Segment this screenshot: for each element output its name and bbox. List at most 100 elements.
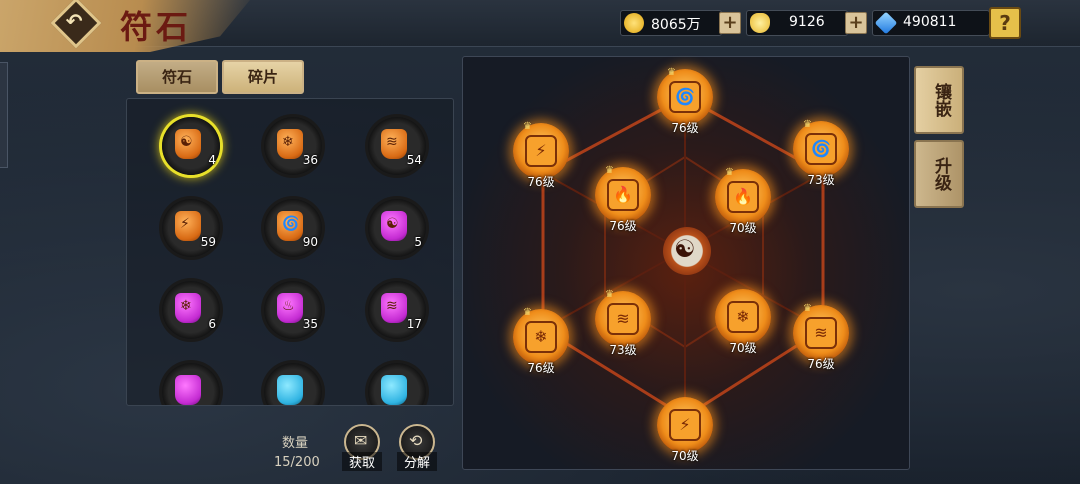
tab-inlay[interactable]: 镶嵌	[914, 66, 964, 134]
scroll-icon: ✉	[354, 431, 368, 450]
rune-glyph-icon: 🔥	[607, 179, 639, 211]
crown-icon: ♛	[523, 307, 532, 318]
fragment-count: 5	[414, 235, 422, 249]
rune-glyph-icon: 🌀	[669, 81, 701, 113]
gold-coin-icon	[624, 13, 644, 33]
back-arrow-icon: ↶	[65, 9, 83, 34]
orange-rune-fragment-icon: ❄	[277, 129, 303, 159]
rune-level: 70级	[729, 221, 757, 235]
help-button[interactable]: ?	[989, 7, 1021, 39]
fragment-slot[interactable]: ≋ 54	[368, 117, 426, 175]
rune-glyph-icon: ⚡	[669, 409, 701, 441]
fragment-slot[interactable]: ⚡ 59	[162, 199, 220, 257]
fragment-slot[interactable]: 🌀 90	[264, 199, 322, 257]
rune-glyph-icon: ❄	[525, 321, 557, 353]
diamond-display: 490811	[872, 10, 990, 36]
gold-value: 8065万	[651, 17, 701, 33]
rune-socket[interactable]: ♛ 🔥 76级	[595, 165, 651, 233]
orange-rune-fragment-icon: ☯	[175, 129, 201, 159]
fragment-count: 4	[208, 153, 216, 167]
fragment-count: 6	[208, 317, 216, 331]
gold-ingot-icon	[750, 13, 770, 33]
rune-socket[interactable]: ♛ ⚡ 76级	[513, 121, 569, 189]
top-bar: ↶ 符石 8065万 + 9126 + 490811 ?	[0, 0, 1080, 52]
orange-rune-fragment-icon: ⚡	[175, 211, 201, 241]
rune-socket[interactable]: ♛ ≋ 73级	[595, 289, 651, 357]
fragment-slot[interactable]	[162, 363, 220, 405]
add-ingot-button[interactable]: +	[845, 12, 867, 34]
tab-runestone[interactable]: 符石	[136, 60, 218, 94]
rune-socket[interactable]: ♛ ≋ 76级	[793, 303, 849, 371]
rune-board: ☯ ♛ 🌀 76级 ♛ ⚡ 76级 ♛ 🌀 73级 ♛ 🔥 76级 ♛ 🔥 70级 ♛ ❄ 76级 ♛ ≋ 73级 ❄ 70…	[462, 56, 910, 470]
crown-icon: ♛	[725, 167, 734, 178]
crown-icon: ♛	[803, 119, 812, 130]
rune-level: 70级	[671, 449, 699, 463]
fragment-count: 17	[406, 317, 422, 331]
fragment-slot[interactable]: ❄ 6	[162, 281, 220, 339]
rune-glyph-icon: ⚡	[525, 135, 557, 167]
acquire-label: 获取	[342, 452, 382, 471]
diamond-value: 490811	[903, 14, 957, 30]
rune-level: 76级	[671, 121, 699, 135]
rune-socket[interactable]: ⚡ 70级	[657, 397, 713, 463]
side-drawer-handle[interactable]	[0, 62, 8, 168]
fragment-slot[interactable]: ♨ 35	[264, 281, 322, 339]
quantity-value: 15/200	[274, 455, 320, 470]
orange-rune-fragment-icon: ≋	[381, 129, 407, 159]
fragment-count: 59	[200, 235, 216, 249]
fragment-count: 35	[302, 317, 318, 331]
rune-level: 76级	[527, 175, 555, 189]
fragment-count: 54	[406, 153, 422, 167]
crown-icon: ♛	[667, 67, 676, 78]
diamond-icon	[874, 11, 898, 35]
rune-level: 76级	[807, 357, 835, 371]
fragment-slot[interactable]: ☯ 4	[162, 117, 220, 175]
tab-upgrade[interactable]: 升级	[914, 140, 964, 208]
rune-glyph-icon: ≋	[805, 317, 837, 349]
rune-glyph-icon: 🌀	[805, 133, 837, 165]
crown-icon: ♛	[803, 303, 812, 314]
decompose-label: 分解	[397, 452, 437, 471]
page-title: 符石	[120, 8, 193, 46]
ingot-display: 9126	[746, 10, 848, 36]
fragment-slot[interactable]	[368, 363, 426, 405]
blue-rune-fragment-icon	[277, 375, 303, 405]
fragment-slot[interactable]: ❄ 36	[264, 117, 322, 175]
fragment-slot[interactable]: ☯ 5	[368, 199, 426, 257]
blue-rune-fragment-icon	[381, 375, 407, 405]
purple-rune-fragment-icon: ≋	[381, 293, 407, 323]
inventory-grid[interactable]: ☯ 4 ❄ 36 ≋ 54 ⚡ 59 🌀 90 ☯ 5 ❄ 6 ♨ 35 ≋ 17	[126, 98, 454, 406]
rune-level: 73级	[609, 343, 637, 357]
purple-rune-fragment-icon: ❄	[175, 293, 201, 323]
fragment-slot[interactable]: ≋ 17	[368, 281, 426, 339]
rune-level: 76级	[527, 361, 555, 375]
crown-icon: ♛	[523, 121, 532, 132]
bagua-yinyang-icon: ☯	[663, 227, 711, 275]
decompose-icon: ⟲	[409, 431, 423, 450]
rune-socket[interactable]: ♛ 🌀 73级	[793, 119, 849, 187]
rune-socket[interactable]: ♛ 🌀 76级	[657, 67, 713, 135]
rune-socket[interactable]: ♛ 🔥 70级	[715, 167, 771, 235]
rune-level: 70级	[729, 341, 757, 355]
purple-rune-fragment-icon: ☯	[381, 211, 407, 241]
fragment-count: 90	[302, 235, 318, 249]
rune-glyph-icon: ❄	[727, 301, 759, 333]
rune-level: 76级	[609, 219, 637, 233]
purple-rune-fragment-icon: ♨	[277, 293, 303, 323]
rune-socket[interactable]: ♛ ❄ 76级	[513, 307, 569, 375]
rune-socket[interactable]: ❄ 70级	[715, 289, 771, 355]
quantity-label: 数量	[282, 436, 309, 451]
add-gold-button[interactable]: +	[719, 12, 741, 34]
crown-icon: ♛	[605, 165, 614, 176]
fragment-count: 36	[302, 153, 318, 167]
purple-rune-fragment-icon	[175, 375, 201, 405]
tab-fragments[interactable]: 碎片	[222, 60, 304, 94]
rune-glyph-icon: 🔥	[727, 181, 759, 213]
gold-display: 8065万	[620, 10, 722, 36]
orange-rune-fragment-icon: 🌀	[277, 211, 303, 241]
fragment-slot[interactable]	[264, 363, 322, 405]
crown-icon: ♛	[605, 289, 614, 300]
rune-level: 73级	[807, 173, 835, 187]
ingot-value: 9126	[789, 14, 825, 30]
rune-glyph-icon: ≋	[607, 303, 639, 335]
